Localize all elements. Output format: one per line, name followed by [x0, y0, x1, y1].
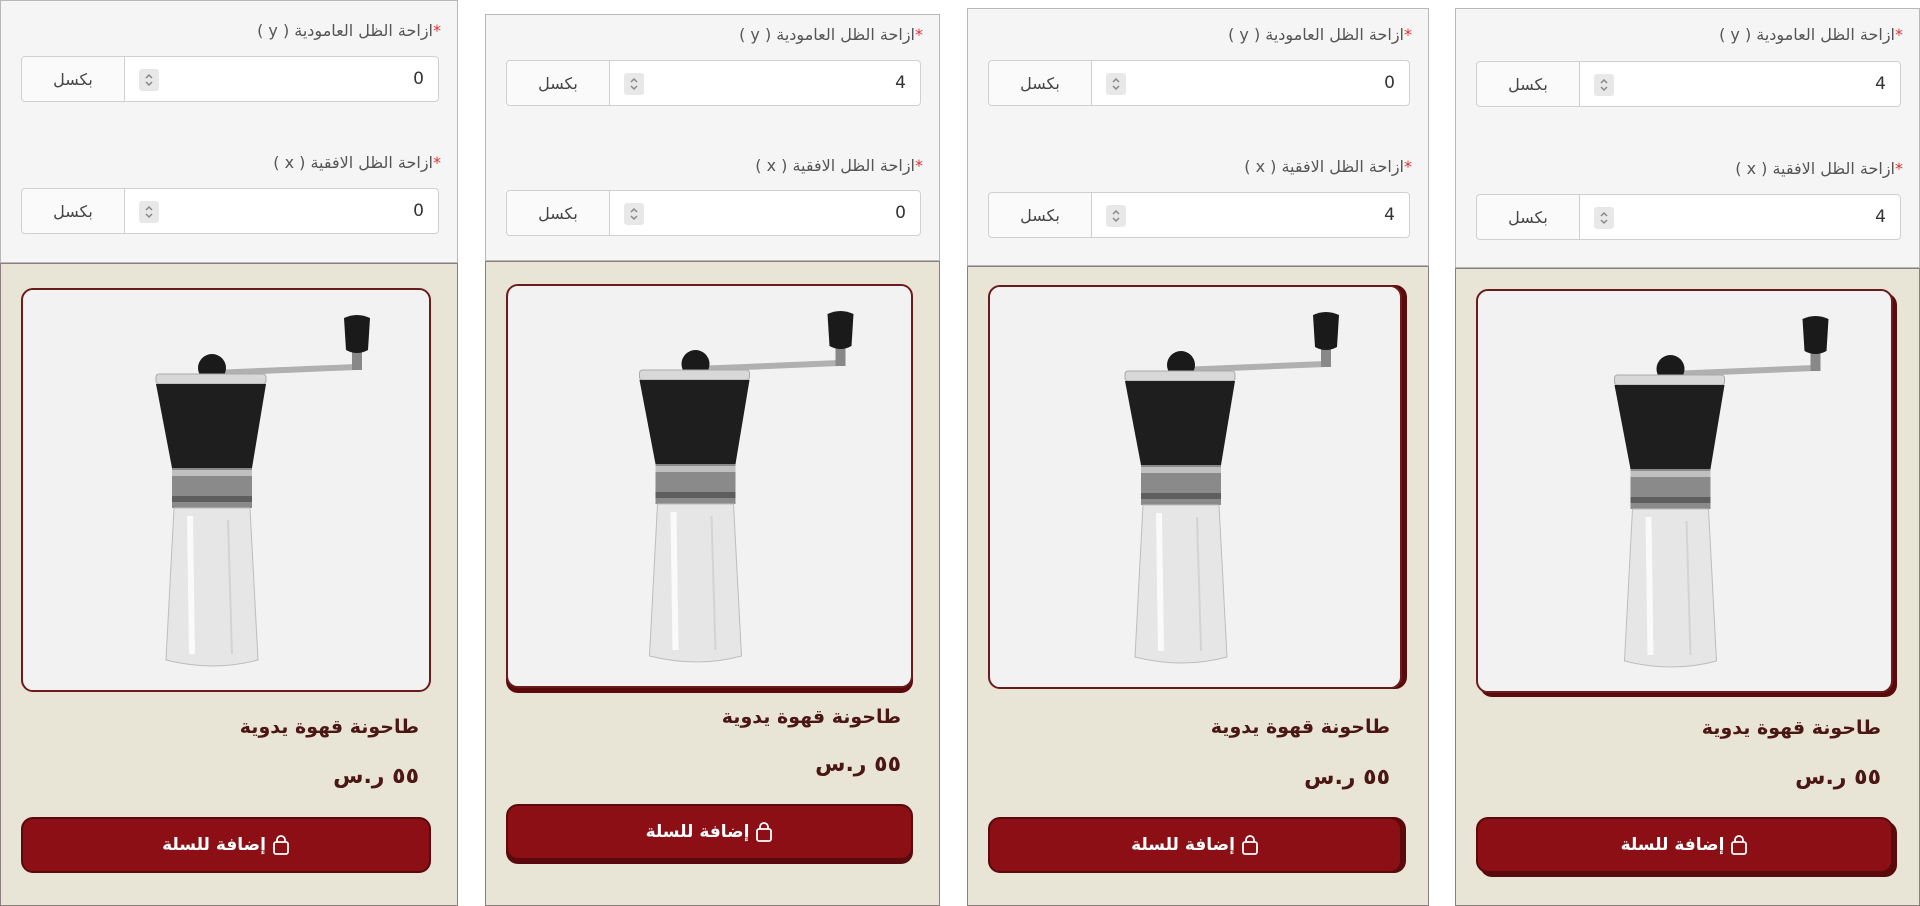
- shopping-bag-icon: [273, 835, 289, 855]
- shadow-settings: *ازاحة الظل العامودية ( y ) بكسل 0 *ازاح…: [967, 8, 1429, 266]
- shopping-bag-icon: [1242, 835, 1258, 855]
- shadow-x-input[interactable]: بكسل 4: [1476, 194, 1901, 240]
- spinner-icon[interactable]: [1106, 73, 1126, 95]
- shadow-y-input[interactable]: بكسل 4: [506, 60, 921, 106]
- shadow-y-input[interactable]: بكسل 4: [1476, 61, 1901, 107]
- coffee-grinder-image: [1484, 291, 1885, 691]
- shopping-bag-icon: [1731, 835, 1748, 855]
- shadow-x-value: 0: [413, 201, 424, 221]
- shadow-y-label: *ازاحة الظل العامودية ( y ): [1719, 25, 1903, 44]
- shadow-x-input[interactable]: بكسل 0: [21, 188, 439, 234]
- shadow-x-value: 0: [895, 203, 906, 223]
- spinner-icon[interactable]: [139, 201, 159, 223]
- unit-label: بكسل: [22, 189, 125, 233]
- shadow-y-input[interactable]: بكسل 0: [988, 60, 1410, 106]
- preview-panel-3: *ازاحة الظل العامودية ( y ) بكسل 0 *ازاح…: [967, 8, 1429, 906]
- number-field[interactable]: 4: [1092, 193, 1409, 237]
- shadow-x-value: 4: [1875, 207, 1886, 227]
- required-mark: *: [915, 156, 923, 175]
- shadow-y-value: 4: [1875, 74, 1886, 94]
- shadow-x-input[interactable]: بكسل 0: [506, 190, 921, 236]
- spinner-icon[interactable]: [139, 69, 159, 91]
- product-card: طاحونة قهوة يدوية ٥٥ ر.س إضافة للسلة: [967, 266, 1429, 906]
- product-card: طاحونة قهوة يدوية ٥٥ ر.س إضافة للسلة: [1455, 268, 1920, 906]
- shadow-x-label: *ازاحة الظل الافقية ( x ): [755, 156, 923, 175]
- shadow-y-input[interactable]: بكسل 0: [21, 56, 439, 102]
- number-field[interactable]: 0: [610, 191, 920, 235]
- add-to-cart-label: إضافة للسلة: [162, 835, 266, 855]
- unit-label: بكسل: [1477, 195, 1580, 239]
- add-to-cart-button[interactable]: إضافة للسلة: [1476, 817, 1893, 873]
- required-mark: *: [915, 25, 923, 44]
- unit-label: بكسل: [507, 191, 610, 235]
- number-field[interactable]: 4: [1580, 195, 1900, 239]
- shadow-x-label: *ازاحة الظل الافقية ( x ): [273, 153, 441, 172]
- add-to-cart-label: إضافة للسلة: [1620, 835, 1725, 855]
- required-mark: *: [1404, 157, 1412, 176]
- unit-label: بكسل: [507, 61, 610, 105]
- spinner-icon[interactable]: [1594, 207, 1614, 229]
- spinner-icon[interactable]: [624, 73, 644, 95]
- add-to-cart-label: إضافة للسلة: [645, 822, 750, 842]
- required-mark: *: [1895, 159, 1903, 178]
- coffee-grinder-image: [995, 287, 1395, 687]
- unit-label: بكسل: [989, 61, 1092, 105]
- shadow-x-input[interactable]: بكسل 4: [988, 192, 1410, 238]
- product-price: ٥٥ ر.س: [815, 752, 901, 777]
- coffee-grinder-image: [26, 290, 426, 690]
- number-field[interactable]: 0: [1092, 61, 1409, 105]
- shadow-x-label: *ازاحة الظل الافقية ( x ): [1244, 157, 1412, 176]
- number-field[interactable]: 0: [125, 57, 438, 101]
- number-field[interactable]: 0: [125, 189, 438, 233]
- shadow-y-label: *ازاحة الظل العامودية ( y ): [257, 21, 441, 40]
- shadow-y-value: 4: [895, 73, 906, 93]
- number-field[interactable]: 4: [610, 61, 920, 105]
- unit-label: بكسل: [989, 193, 1092, 237]
- product-price: ٥٥ ر.س: [333, 764, 419, 789]
- shopping-bag-icon: [756, 822, 773, 842]
- coffee-grinder-image: [509, 286, 910, 686]
- product-title[interactable]: طاحونة قهوة يدوية: [1702, 717, 1881, 739]
- spinner-icon[interactable]: [1594, 74, 1614, 96]
- product-card: طاحونة قهوة يدوية ٥٥ ر.س إضافة للسلة: [0, 263, 458, 906]
- shadow-x-value: 4: [1384, 205, 1395, 225]
- product-title[interactable]: طاحونة قهوة يدوية: [1211, 716, 1390, 738]
- preview-panel-1: *ازاحة الظل العامودية ( y ) بكسل 0 *ازاح…: [0, 0, 458, 906]
- product-price: ٥٥ ر.س: [1795, 765, 1881, 790]
- add-to-cart-label: إضافة للسلة: [1131, 835, 1235, 855]
- shadow-settings: *ازاحة الظل العامودية ( y ) بكسل 0 *ازاح…: [0, 0, 458, 263]
- shadow-y-value: 0: [413, 69, 424, 89]
- add-to-cart-button[interactable]: إضافة للسلة: [506, 804, 913, 860]
- unit-label: بكسل: [1477, 62, 1580, 106]
- product-card: طاحونة قهوة يدوية ٥٥ ر.س إضافة للسلة: [485, 261, 940, 906]
- shadow-x-label: *ازاحة الظل الافقية ( x ): [1735, 159, 1903, 178]
- product-image[interactable]: [988, 285, 1402, 689]
- required-mark: *: [1404, 25, 1412, 44]
- product-title[interactable]: طاحونة قهوة يدوية: [240, 716, 419, 738]
- required-mark: *: [433, 153, 441, 172]
- shadow-settings: *ازاحة الظل العامودية ( y ) بكسل 4 *ازاح…: [1455, 8, 1920, 268]
- product-title[interactable]: طاحونة قهوة يدوية: [722, 706, 901, 728]
- shadow-settings: *ازاحة الظل العامودية ( y ) بكسل 4 *ازاح…: [485, 14, 940, 261]
- shadow-y-value: 0: [1384, 73, 1395, 93]
- spinner-icon[interactable]: [1106, 205, 1126, 227]
- required-mark: *: [433, 21, 441, 40]
- required-mark: *: [1895, 25, 1903, 44]
- product-image[interactable]: [21, 288, 431, 692]
- add-to-cart-button[interactable]: إضافة للسلة: [988, 817, 1402, 873]
- preview-panel-4: *ازاحة الظل العامودية ( y ) بكسل 4 *ازاح…: [1455, 8, 1920, 906]
- add-to-cart-button[interactable]: إضافة للسلة: [21, 817, 431, 873]
- product-image[interactable]: [506, 284, 913, 688]
- spinner-icon[interactable]: [624, 203, 644, 225]
- product-price: ٥٥ ر.س: [1304, 765, 1390, 790]
- shadow-y-label: *ازاحة الظل العامودية ( y ): [1228, 25, 1412, 44]
- shadow-y-label: *ازاحة الظل العامودية ( y ): [739, 25, 923, 44]
- unit-label: بكسل: [22, 57, 125, 101]
- number-field[interactable]: 4: [1580, 62, 1900, 106]
- product-image[interactable]: [1476, 289, 1893, 693]
- preview-panel-2: *ازاحة الظل العامودية ( y ) بكسل 4 *ازاح…: [485, 14, 940, 906]
